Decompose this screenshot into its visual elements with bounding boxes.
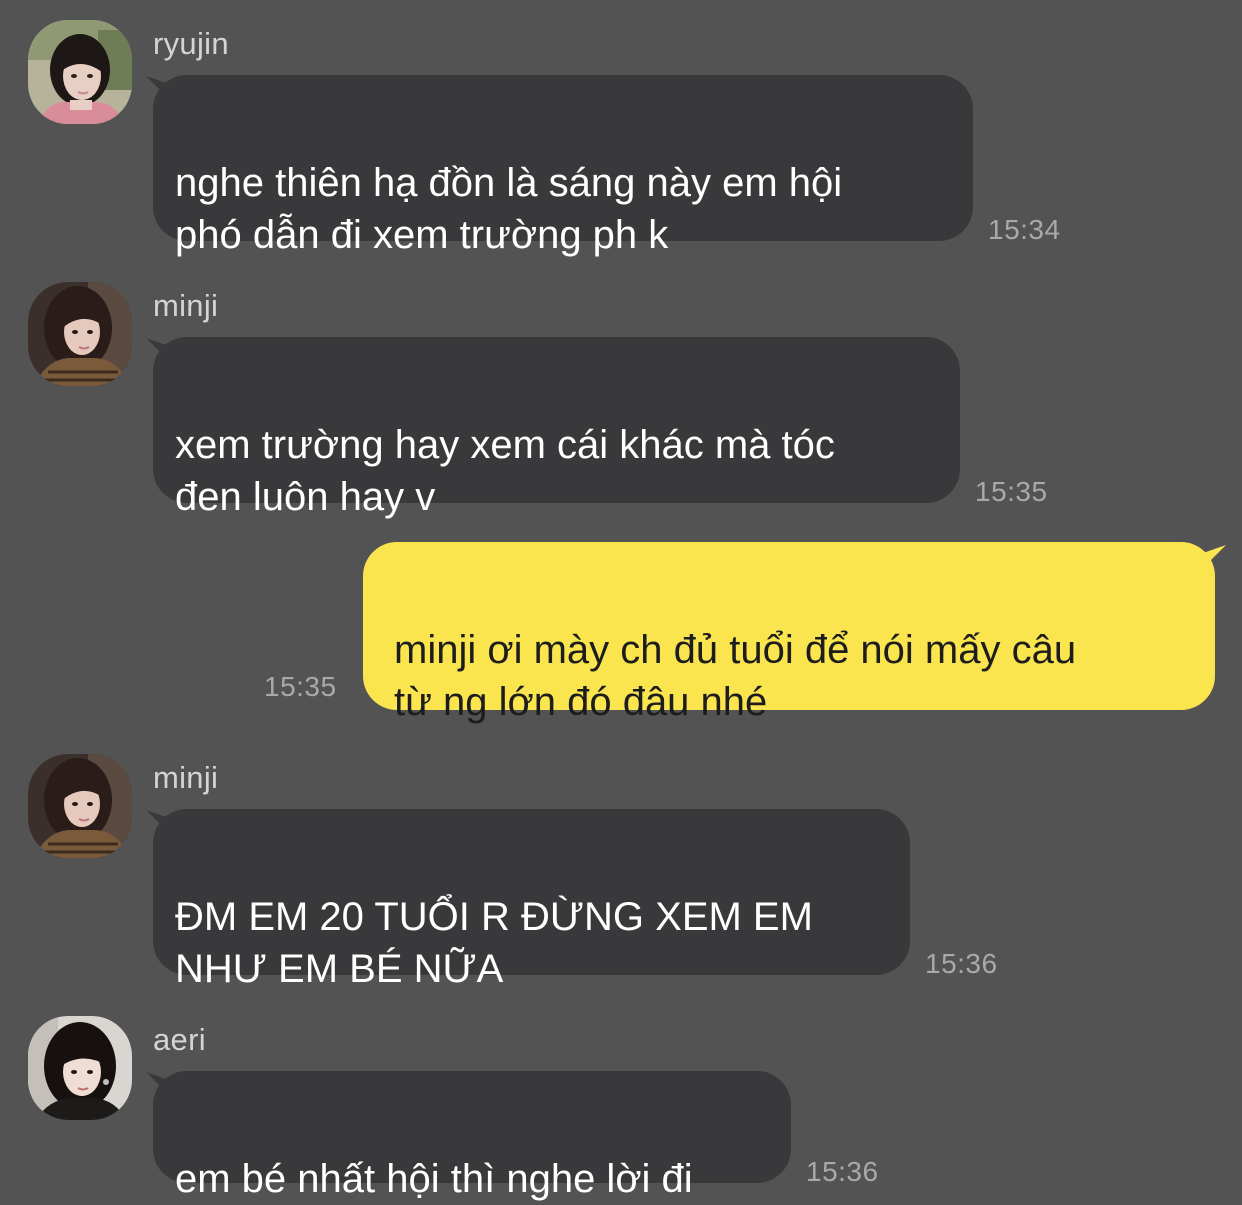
minji-avatar[interactable] <box>28 282 132 386</box>
message-time: 15:35 <box>975 476 1048 507</box>
message-bubble[interactable]: em bé nhất hội thì nghe lời đi <box>153 1071 791 1201</box>
message-text: nghe thiên hạ đồn là sáng này em hội phó… <box>175 161 843 257</box>
aeri-avatar-image <box>28 1016 132 1120</box>
message-time: 15:35 <box>264 671 337 702</box>
sender-name: aeri <box>153 1022 206 1057</box>
sender-name: minji <box>153 288 219 323</box>
message-text: ĐM EM 20 TUỔI R ĐỪNG XEM EM NHƯ EM BÉ NỮ… <box>175 895 813 991</box>
message-time: 15:34 <box>988 214 1061 245</box>
message-bubble[interactable]: minji ơi mày ch đủ tuổi để nói mấy câu t… <box>363 542 1215 724</box>
minji-avatar-image <box>28 754 132 858</box>
message-text: xem trường hay xem cái khác mà tóc đen l… <box>175 423 835 519</box>
message-bubble[interactable]: xem trường hay xem cái khác mà tóc đen l… <box>153 337 960 519</box>
message-text: minji ơi mày ch đủ tuổi để nói mấy câu t… <box>394 628 1077 724</box>
ryujin-avatar-image <box>28 20 132 124</box>
minji-avatar-image <box>28 282 132 386</box>
sender-name: minji <box>153 760 219 795</box>
message-text: em bé nhất hội thì nghe lời đi <box>175 1157 693 1201</box>
minji-avatar[interactable] <box>28 754 132 858</box>
message-bubble[interactable]: nghe thiên hạ đồn là sáng này em hội phó… <box>153 75 973 257</box>
ryujin-avatar[interactable] <box>28 20 132 124</box>
sender-name: ryujin <box>153 26 229 61</box>
message-bubble[interactable]: ĐM EM 20 TUỔI R ĐỪNG XEM EM NHƯ EM BÉ NỮ… <box>153 809 910 991</box>
message-time: 15:36 <box>925 948 998 979</box>
aeri-avatar[interactable] <box>28 1016 132 1120</box>
message-time: 15:36 <box>806 1156 879 1187</box>
